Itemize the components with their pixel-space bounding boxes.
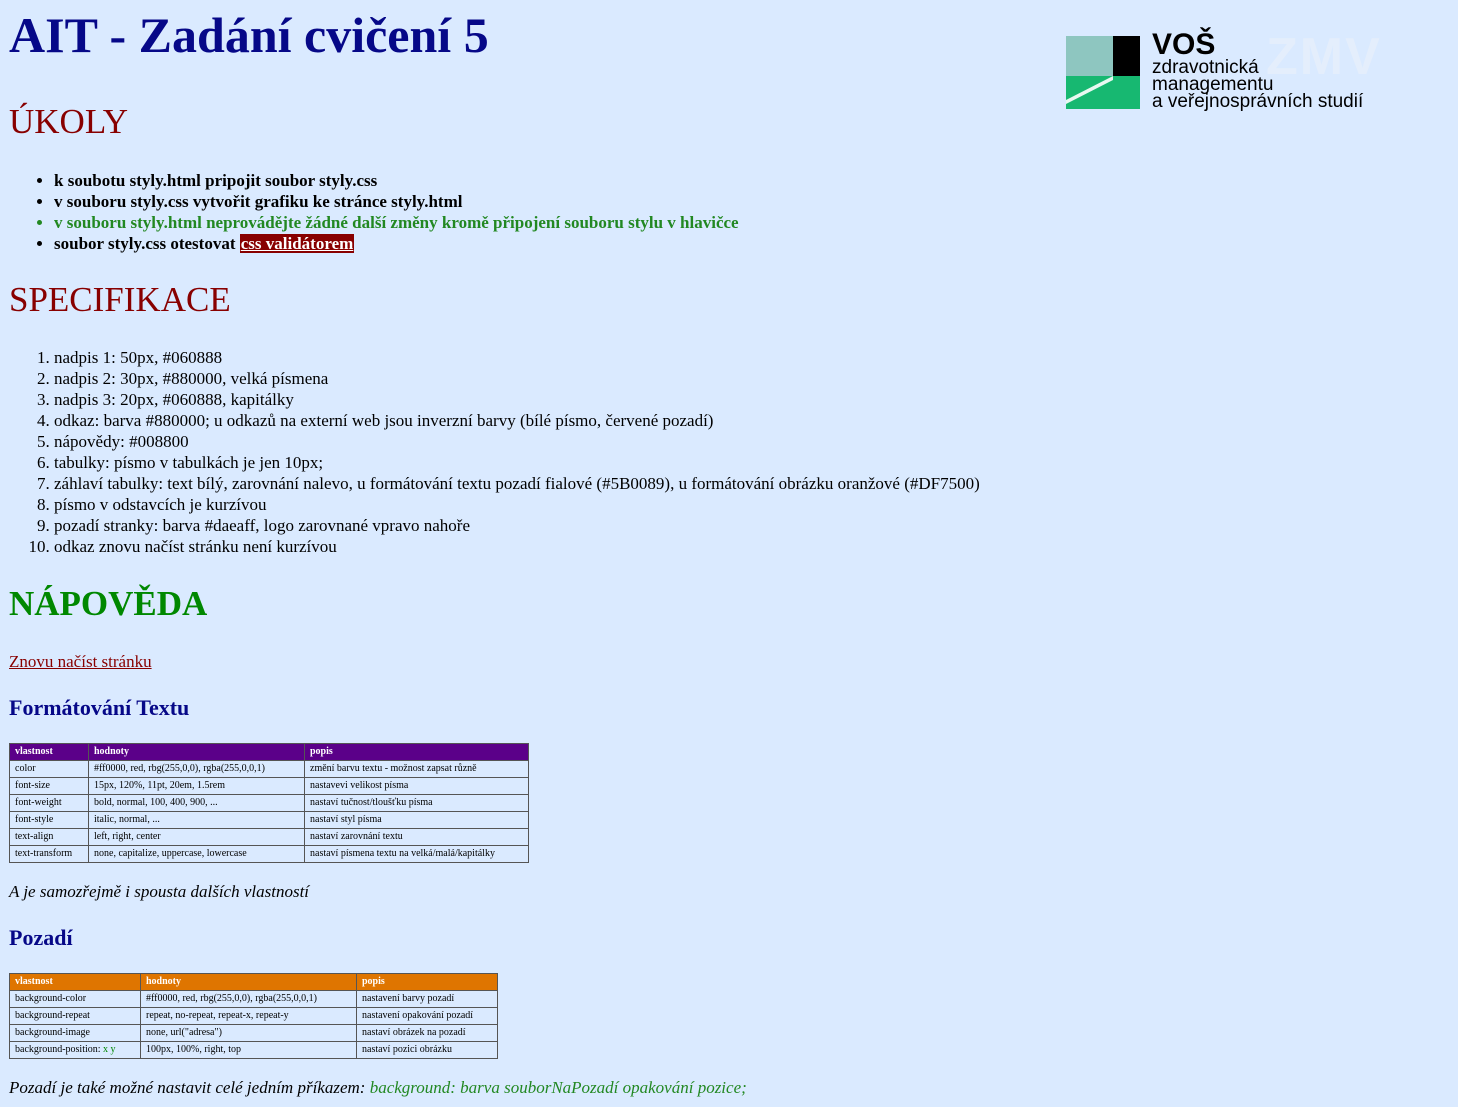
reload-page-link[interactable]: Znovu načíst stránku — [9, 651, 152, 672]
table-cell: font-size — [9, 777, 89, 795]
column-header: vlastnost — [9, 973, 141, 991]
position-hint: x y — [103, 1044, 116, 1055]
task-item: v souboru styly.css vytvořit grafiku ke … — [54, 191, 739, 212]
spec-item: písmo v odstavcích je kurzívou — [54, 494, 980, 515]
column-header: hodnoty — [140, 973, 357, 991]
column-header: popis — [356, 973, 498, 991]
table-cell: nastavení opakování pozadí — [356, 1007, 498, 1025]
table-row: text-align left, right, center nastaví zar… — [9, 828, 529, 846]
table-cell: nastavevi velikost písma — [304, 777, 529, 795]
spec-item: pozadí stranky: barva #daeaff, logo zaro… — [54, 515, 980, 536]
note-text: Pozadí je také možné nastavit celé jední… — [9, 1078, 370, 1097]
table-cell: color — [9, 760, 89, 778]
heading-ukoly: Úkoly — [9, 102, 128, 141]
table-cell: 15px, 120%, 11pt, 20em, 1.5rem — [88, 777, 305, 795]
table-cell: nastaví zarovnání textu — [304, 828, 529, 846]
table-cell: background-repeat — [9, 1007, 141, 1025]
column-header: hodnoty — [88, 743, 305, 761]
table-cell: #ff0000, red, rbg(255,0,0), rgba(255,0,0… — [88, 760, 305, 778]
table-header-row: vlastnost hodnoty popis — [9, 973, 498, 991]
table-cell: změní barvu textu - možnost zapsat různě — [304, 760, 529, 778]
heading-specifikace: Specifikace — [9, 280, 231, 319]
table-row: text-transform none, capitalize, uppercas… — [9, 845, 529, 863]
heading-background: Pozadí — [9, 925, 73, 950]
table-row: color #ff0000, red, rbg(255,0,0), rgba(25… — [9, 760, 529, 778]
spec-item: odkaz: barva #880000; u odkazů na extern… — [54, 410, 980, 431]
table-cell: none, capitalize, uppercase, lowercase — [88, 845, 305, 863]
table-cell: repeat, no-repeat, repeat-x, repeat-y — [140, 1007, 357, 1025]
table-cell: nastavení barvy pozadí — [356, 990, 498, 1008]
table-cell: italic, normal, ... — [88, 811, 305, 829]
table-cell: background-image — [9, 1024, 141, 1042]
spec-item: tabulky: písmo v tabulkách je jen 10px; — [54, 452, 980, 473]
logo-wedge-icon — [1066, 76, 1140, 109]
table-cell: font-weight — [9, 794, 89, 812]
column-header: popis — [304, 743, 529, 761]
spec-item: nadpis 1: 50px, #060888 — [54, 347, 980, 368]
task-item: k soubotu styly.html pripojit soubor sty… — [54, 170, 739, 191]
table-cell: background-color — [9, 990, 141, 1008]
background-command-hint: background: barva souborNaPozadí opaková… — [369, 1078, 747, 1097]
school-logo: ZMV VOŠ zdravotnická managementu a veřej… — [1066, 28, 1406, 113]
task-item-hint: v souboru styly.html neprovádějte žádné … — [54, 212, 739, 233]
table-cell: left, right, center — [88, 828, 305, 846]
table-cell: none, url("adresa") — [140, 1024, 357, 1042]
task-item-text: soubor styly.css otestovat — [54, 234, 240, 253]
background-note: Pozadí je také možné nastavit celé jední… — [9, 1077, 747, 1098]
table-row: background-color #ff0000, red, rbg(255,0,… — [9, 990, 498, 1008]
table-cell: nastaví pozici obrázku — [356, 1041, 498, 1059]
column-header: vlastnost — [9, 743, 89, 761]
table-row: background-position: x y 100px, 100%, rig… — [9, 1041, 498, 1059]
table-cell: nastaví tučnost/tloušťku písma — [304, 794, 529, 812]
table-row: font-style italic, normal, ... nastaví sty… — [9, 811, 529, 829]
spec-item: nadpis 2: 30px, #880000, velká písmena — [54, 368, 980, 389]
table-header-row: vlastnost hodnoty popis — [9, 743, 529, 761]
task-item: soubor styly.css otestovat css validátor… — [54, 233, 739, 254]
heading-text-formatting: Formátování Textu — [9, 695, 190, 720]
table-row: background-repeat repeat, no-repeat, repe… — [9, 1007, 498, 1025]
table-row: font-size 15px, 120%, 11pt, 20em, 1.5rem n… — [9, 777, 529, 795]
table-cell: text-align — [9, 828, 89, 846]
table-cell: nastaví obrázek na pozadí — [356, 1024, 498, 1042]
table-cell: font-style — [9, 811, 89, 829]
table-cell: nastaví styl písma — [304, 811, 529, 829]
cell-text: background-position: — [15, 1044, 104, 1055]
table-cell: 100px, 100%, right, top — [140, 1041, 357, 1059]
table-cell: bold, normal, 100, 400, 900, ... — [88, 794, 305, 812]
table-row: background-image none, url("adresa") nasta… — [9, 1024, 498, 1042]
css-validator-link[interactable]: css validátorem — [239, 234, 355, 253]
heading-napoveda: Nápověda — [9, 584, 208, 623]
table-cell: background-position: x y — [9, 1041, 141, 1059]
task-list: k soubotu styly.html pripojit soubor sty… — [0, 170, 739, 254]
spec-item: záhlaví tabulky: text bílý, zarovnání na… — [54, 473, 980, 494]
spec-item: nápovědy: #008800 — [54, 431, 980, 452]
spec-item: nadpis 3: 20px, #060888, kapitálky — [54, 389, 980, 410]
logo-line-3: a veřejnosprávních studií — [1152, 91, 1364, 112]
table-cell: nastaví písmena textu na velká/malá/kapi… — [304, 845, 529, 863]
logo-subtitle: zdravotnická managementu a veřejnosprávn… — [1152, 58, 1364, 112]
text-formatting-table: vlastnost hodnoty popis color #ff0000, re… — [9, 743, 529, 863]
spec-item: odkaz znovu načíst stránku není kurzívou — [54, 536, 980, 557]
table-cell: #ff0000, red, rbg(255,0,0), rgba(255,0,0… — [140, 990, 357, 1008]
spec-list: nadpis 1: 50px, #060888 nadpis 2: 30px, … — [0, 347, 980, 557]
page-title: AIT - Zadání cvičení 5 — [9, 7, 489, 63]
background-table: vlastnost hodnoty popis background-color… — [9, 973, 498, 1059]
table-cell: text-transform — [9, 845, 89, 863]
text-section-note: A je samozřejmě i spousta dalších vlastn… — [9, 882, 310, 901]
table-row: font-weight bold, normal, 100, 400, 900, … — [9, 794, 529, 812]
